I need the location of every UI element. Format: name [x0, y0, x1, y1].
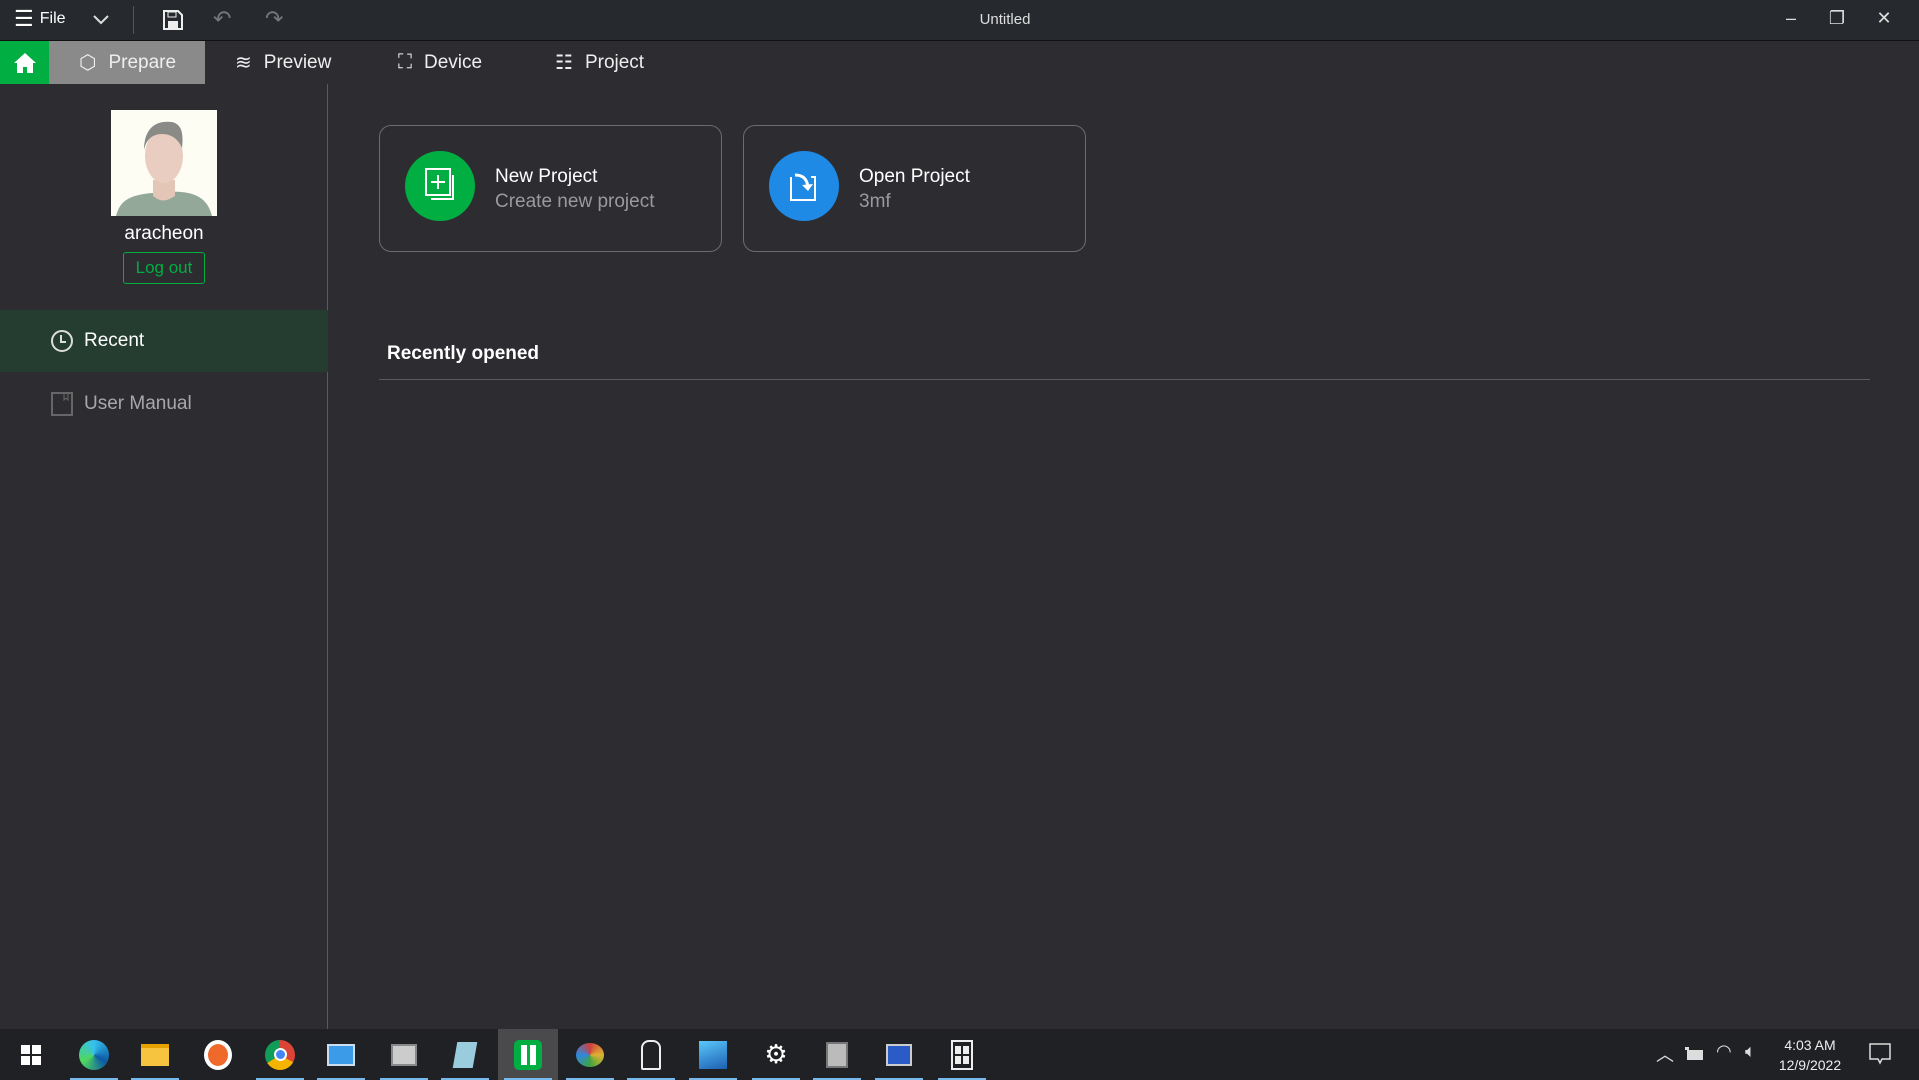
clock[interactable]: 4:03 AM 12/9/2022: [1770, 1035, 1850, 1075]
avatar: [111, 110, 217, 216]
notification-icon[interactable]: [1869, 1043, 1891, 1065]
minimize-button[interactable]: –: [1779, 8, 1803, 32]
device-icon: ⛶: [398, 51, 412, 73]
device-app-icon[interactable]: [807, 1029, 867, 1080]
date: 12/9/2022: [1778, 1057, 1842, 1073]
user-app-icon[interactable]: [621, 1029, 681, 1080]
card-title: Open Project: [859, 166, 970, 187]
file-label: File: [39, 10, 66, 27]
username: aracheon: [124, 223, 204, 244]
tab-device[interactable]: ⛶ Device: [368, 41, 518, 84]
bambu-studio-icon[interactable]: [498, 1029, 558, 1080]
resource-monitor-icon[interactable]: [374, 1029, 434, 1080]
sidebar: aracheon Log out Recent User Manual: [0, 84, 328, 1029]
recently-opened-heading: Recently opened: [387, 343, 540, 364]
control-panel-icon[interactable]: [311, 1029, 371, 1080]
window-title: Untitled: [979, 11, 1031, 28]
sidebar-item-user-manual[interactable]: User Manual: [0, 384, 328, 424]
divider: [379, 379, 1870, 380]
card-subtitle: 3mf: [859, 191, 891, 212]
tab-label: Project: [584, 51, 645, 73]
photos-icon[interactable]: [683, 1029, 743, 1080]
undo-icon[interactable]: ↶: [213, 6, 231, 32]
open-project-card[interactable]: Open Project 3mf: [743, 125, 1086, 252]
file-explorer-icon[interactable]: [125, 1029, 185, 1080]
list-icon: ☷: [555, 52, 573, 74]
volume-icon[interactable]: 🔈︎: [1745, 1041, 1756, 1062]
layers-icon: ≋: [235, 52, 252, 74]
redo-icon[interactable]: ↷: [265, 6, 283, 32]
hamburger-icon: ☰: [14, 6, 34, 31]
chevron-down-icon[interactable]: [93, 15, 109, 25]
remote-desktop-icon[interactable]: [869, 1029, 929, 1080]
tab-prepare[interactable]: ⬡ Prepare: [49, 41, 205, 84]
sidebar-item-label: User Manual: [84, 393, 192, 414]
file-menu-button[interactable]: ☰ File: [14, 6, 66, 31]
notepad-icon[interactable]: [435, 1029, 495, 1080]
cube-icon: ⬡: [79, 52, 97, 74]
card-title: New Project: [495, 166, 598, 187]
tab-bar: ⬡ Prepare ≋ Preview ⛶ Device ☷ Project: [0, 41, 1919, 84]
tab-label: Device: [424, 51, 483, 73]
save-icon[interactable]: [162, 9, 184, 31]
battery-icon[interactable]: [1685, 1047, 1705, 1061]
settings-icon[interactable]: ⚙: [746, 1029, 806, 1080]
home-icon: [13, 52, 36, 73]
chevron-up-icon[interactable]: ︿: [1656, 1041, 1674, 1067]
sidebar-item-label: Recent: [84, 330, 145, 351]
home-button[interactable]: [0, 41, 49, 84]
wifi-icon[interactable]: ◠: [1716, 1041, 1732, 1062]
tab-label: Preview: [263, 51, 332, 73]
edge-icon[interactable]: [64, 1029, 124, 1080]
app-orange-icon[interactable]: [188, 1029, 248, 1080]
new-project-icon: [405, 151, 475, 221]
book-icon: [51, 392, 73, 416]
paint-icon[interactable]: [560, 1029, 620, 1080]
close-button[interactable]: ✕: [1872, 8, 1896, 32]
tab-project[interactable]: ☷ Project: [525, 41, 675, 84]
calculator-app-icon[interactable]: [932, 1029, 992, 1080]
sidebar-item-recent[interactable]: Recent: [0, 310, 328, 372]
tab-preview[interactable]: ≋ Preview: [205, 41, 355, 84]
tab-label: Prepare: [108, 51, 177, 73]
chrome-icon[interactable]: [250, 1029, 310, 1080]
restore-button[interactable]: ❐: [1825, 8, 1849, 32]
taskbar: ⚙ ︿ ◠ 🔈︎ 4:03 AM 12/9/2022: [0, 1029, 1919, 1080]
open-project-icon: [769, 151, 839, 221]
clock-icon: [51, 330, 73, 352]
card-subtitle: Create new project: [495, 191, 655, 212]
time: 4:03 AM: [1784, 1037, 1836, 1053]
divider: [133, 6, 134, 34]
title-bar: ☰ File ↶ ↷ Untitled – ❐ ✕: [0, 0, 1919, 41]
new-project-card[interactable]: New Project Create new project: [379, 125, 722, 252]
windows-icon: [21, 1044, 41, 1065]
logout-button[interactable]: Log out: [123, 252, 205, 284]
start-button[interactable]: [1, 1029, 61, 1080]
